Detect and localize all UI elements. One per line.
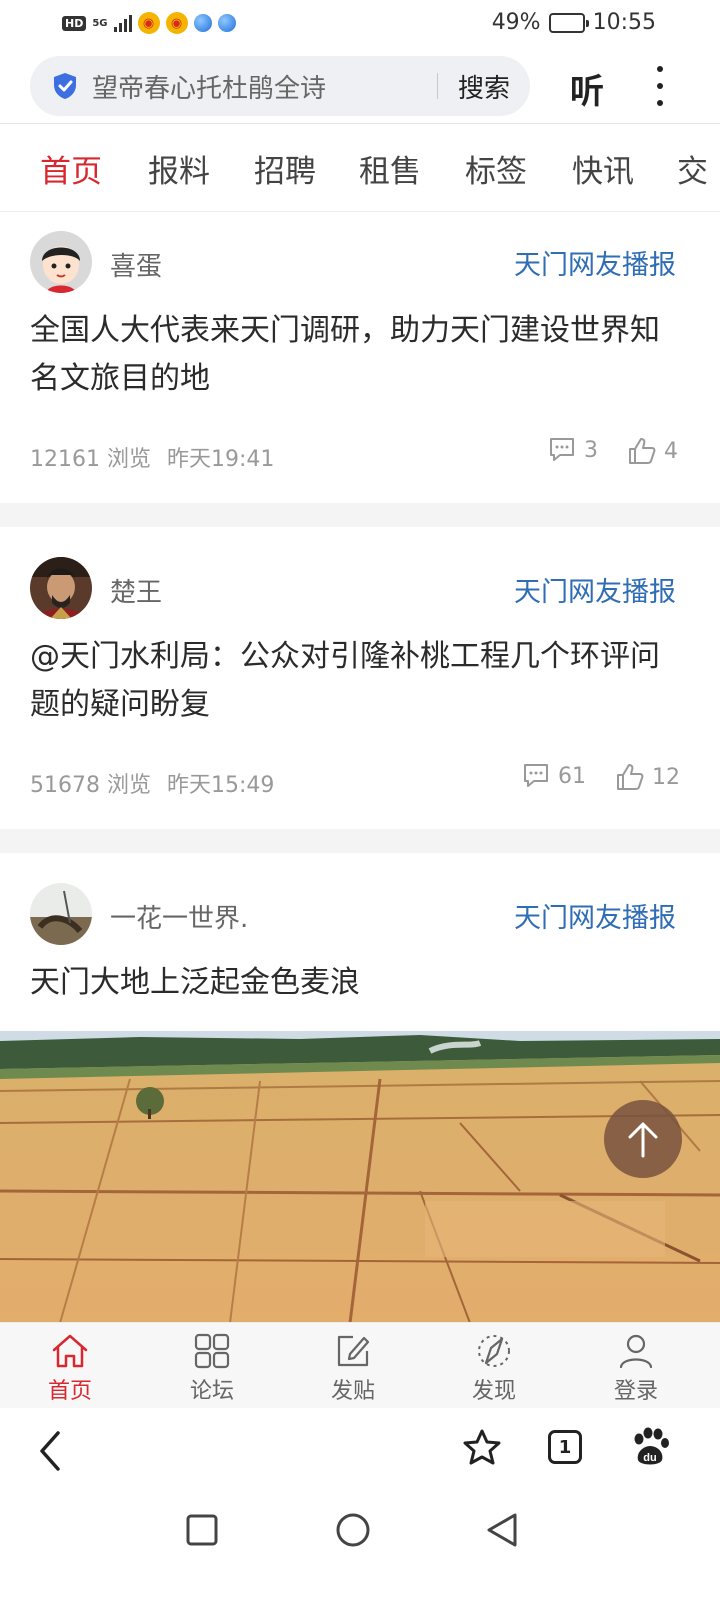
scroll-to-top-button[interactable]	[604, 1100, 682, 1178]
weibo-icon-2: ◉	[165, 12, 188, 34]
post-card[interactable]: 楚王 天门网友播报 @天门水利局：公众对引隆补桃工程几个环评问题的疑问盼复 51…	[0, 527, 720, 829]
clock: 10:55	[592, 10, 656, 35]
view-count: 51678 浏览	[30, 773, 151, 798]
battery-percent: 49%	[491, 10, 541, 35]
card-divider	[0, 503, 720, 527]
like-stat[interactable]: 12	[616, 763, 680, 791]
tab-news-flash[interactable]: 快讯	[572, 146, 634, 191]
like-count: 4	[664, 438, 678, 464]
post-title[interactable]: 全国人大代表来天门调研，助力天门建设世界知名文旅目的地	[30, 307, 680, 403]
avatar[interactable]	[30, 557, 92, 619]
edit-icon	[337, 1335, 370, 1367]
grid-icon	[194, 1333, 230, 1369]
back-triangle-icon[interactable]	[484, 1512, 520, 1548]
comment-count: 61	[558, 763, 586, 789]
post-title[interactable]: @天门水利局：公众对引隆补桃工程几个环评问题的疑问盼复	[30, 633, 680, 729]
post-card[interactable]: 喜蛋 天门网友播报 全国人大代表来天门调研，助力天门建设世界知名文旅目的地 12…	[0, 213, 720, 503]
status-left-icons: HD 5G ◉ ◉	[62, 12, 236, 34]
post-image[interactable]	[0, 1031, 720, 1323]
tab-count-button[interactable]: 1	[548, 1430, 582, 1464]
app-bubble-icon	[193, 14, 212, 32]
post-source[interactable]: 天门网友播报	[514, 896, 676, 935]
post-meta: 12161 浏览 昨天19:41	[30, 441, 274, 473]
post-author[interactable]: 楚王	[110, 572, 162, 609]
baidu-paw-icon[interactable]: du	[630, 1426, 670, 1468]
nav-label: 首页	[47, 1379, 92, 1404]
comment-icon	[524, 764, 548, 787]
post-author[interactable]: 喜蛋	[110, 246, 162, 283]
thumbs-up-icon	[629, 438, 656, 464]
nav-post[interactable]: 发贴	[303, 1331, 403, 1405]
tab-count: 1	[558, 1436, 572, 1458]
tab-home[interactable]: 首页	[40, 146, 102, 191]
search-input[interactable]: 望帝春心托杜鹃全诗	[92, 68, 437, 105]
network-type: 5G	[92, 17, 108, 29]
back-arrow-icon[interactable]	[36, 1430, 64, 1472]
home-icon	[52, 1334, 88, 1368]
post-source[interactable]: 天门网友播报	[514, 570, 676, 609]
avatar[interactable]	[30, 231, 92, 293]
weibo-icon: ◉	[137, 12, 160, 34]
comment-stat[interactable]: 3	[548, 437, 598, 463]
search-box[interactable]: 望帝春心托杜鹃全诗 搜索	[30, 56, 530, 116]
battery-icon	[548, 12, 589, 33]
nav-label: 论坛	[189, 1379, 234, 1404]
status-right: 49% 10:55	[492, 10, 656, 35]
hd-indicator: HD	[62, 15, 87, 31]
app-bottom-nav: 首页 论坛 发贴 发现 登录	[0, 1322, 720, 1408]
search-row: 望帝春心托杜鹃全诗 搜索 听	[0, 50, 720, 124]
view-count: 12161 浏览	[30, 447, 151, 472]
nav-login[interactable]: 登录	[586, 1331, 686, 1405]
tab-rent-sale[interactable]: 租售	[359, 146, 421, 191]
compass-icon	[478, 1335, 510, 1367]
tab-report[interactable]: 报料	[148, 146, 210, 191]
comment-count: 3	[584, 437, 598, 463]
like-count: 12	[652, 764, 680, 790]
system-nav-bar	[0, 1494, 720, 1600]
post-source[interactable]: 天门网友播报	[514, 243, 676, 282]
nav-forum[interactable]: 论坛	[162, 1331, 262, 1405]
svg-text:du: du	[643, 1452, 656, 1464]
card-divider	[0, 829, 720, 853]
arrow-up-icon	[628, 1122, 658, 1158]
nav-label: 发现	[471, 1379, 516, 1404]
comment-icon	[550, 438, 574, 461]
app-bubble-icon-2	[217, 14, 236, 32]
avatar[interactable]	[30, 883, 92, 945]
post-author[interactable]: 一花一世界.	[110, 898, 248, 935]
more-menu-icon[interactable]	[652, 66, 668, 106]
home-circle-icon[interactable]	[335, 1512, 371, 1548]
star-icon[interactable]	[462, 1428, 502, 1468]
post-title[interactable]: 天门大地上泛起金色麦浪	[30, 959, 680, 1007]
user-icon	[619, 1334, 653, 1369]
tab-jobs[interactable]: 招聘	[254, 146, 316, 191]
search-button[interactable]: 搜索	[438, 68, 530, 105]
listen-button[interactable]: 听	[570, 64, 604, 113]
post-time: 昨天19:41	[166, 447, 275, 472]
shield-icon	[54, 73, 76, 99]
post-meta: 51678 浏览 昨天15:49	[30, 767, 274, 799]
nav-label: 登录	[613, 1379, 658, 1404]
recent-apps-icon[interactable]	[186, 1514, 218, 1546]
post-time: 昨天15:49	[166, 773, 275, 798]
signal-icon	[113, 14, 132, 32]
status-bar: HD 5G ◉ ◉ 49% 10:55	[0, 0, 720, 50]
thumbs-up-icon	[617, 764, 644, 790]
nav-label: 发贴	[330, 1379, 375, 1404]
category-tabs: 首页 报料 招聘 租售 标签 快讯 交	[0, 124, 720, 212]
like-stat[interactable]: 4	[628, 437, 678, 465]
nav-discover[interactable]: 发现	[444, 1331, 544, 1405]
nav-home[interactable]: 首页	[20, 1331, 120, 1405]
tab-tags[interactable]: 标签	[465, 146, 527, 191]
comment-stat[interactable]: 61	[522, 763, 586, 789]
browser-toolbar: 1 du	[0, 1408, 720, 1494]
tab-more-partial[interactable]: 交	[677, 146, 708, 191]
